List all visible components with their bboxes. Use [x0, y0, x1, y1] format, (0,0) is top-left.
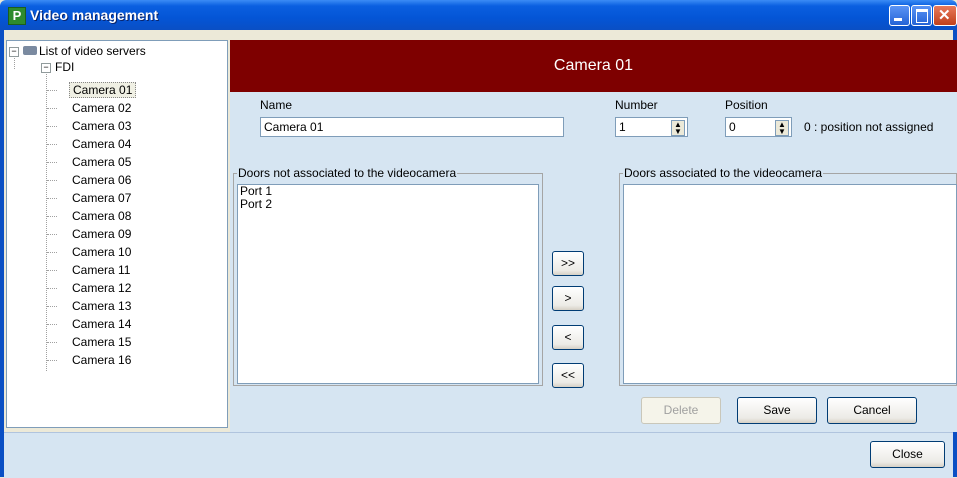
tree-line	[47, 234, 57, 235]
close-button[interactable]: Close	[870, 441, 945, 468]
position-input[interactable]: 0 ▲ ▼	[725, 117, 792, 137]
tree-camera-item[interactable]: Camera 05	[69, 154, 134, 170]
tree-line	[47, 288, 57, 289]
tree-camera-item[interactable]: Camera 07	[69, 190, 134, 206]
tree-line	[47, 162, 57, 163]
tree-line	[47, 180, 57, 181]
name-label: Name	[260, 98, 293, 112]
number-label: Number	[615, 98, 658, 112]
minimize-button[interactable]	[889, 5, 910, 26]
not-associated-title: Doors not associated to the videocamera	[237, 166, 458, 180]
number-spinner-icon[interactable]: ▲ ▼	[671, 120, 685, 136]
maximize-icon	[916, 9, 928, 23]
associated-title: Doors associated to the videocamera	[623, 166, 824, 180]
title-bar: P Video management ✕	[0, 0, 957, 30]
tree-camera-item[interactable]: Camera 09	[69, 226, 134, 242]
window-title: Video management	[30, 7, 159, 23]
add-button[interactable]: >	[552, 286, 584, 311]
tree-camera-item[interactable]: Camera 11	[69, 262, 133, 278]
list-item[interactable]: Port 2	[238, 198, 538, 211]
video-server-tree[interactable]: − List of video servers − FDI Camera 01 C…	[6, 40, 228, 428]
remove-button[interactable]: <	[552, 325, 584, 350]
tree-line	[47, 252, 57, 253]
tree-camera-item[interactable]: Camera 04	[69, 136, 134, 152]
position-label: Position	[725, 98, 768, 112]
position-value: 0	[729, 120, 736, 134]
close-icon: ✕	[938, 7, 951, 24]
tree-camera-item[interactable]: Camera 08	[69, 208, 134, 224]
tree-line	[47, 270, 57, 271]
collapse-toggle[interactable]: −	[9, 47, 19, 57]
tree-camera-item[interactable]: Camera 12	[69, 280, 134, 296]
tree-line	[47, 324, 57, 325]
position-spinner-icon[interactable]: ▲ ▼	[775, 120, 789, 136]
tree-server-label: FDI	[55, 60, 75, 74]
cancel-button[interactable]: Cancel	[827, 397, 917, 424]
collapse-toggle[interactable]: −	[41, 63, 51, 73]
delete-button[interactable]: Delete	[641, 397, 721, 424]
tree-camera-item[interactable]: Camera 15	[69, 334, 134, 350]
not-associated-group: Doors not associated to the videocamera …	[233, 166, 543, 386]
save-button[interactable]: Save	[737, 397, 817, 424]
tree-camera-item[interactable]: Camera 10	[69, 244, 134, 260]
tree-line	[47, 198, 57, 199]
camera-header: Camera 01	[230, 40, 957, 92]
tree-camera-item[interactable]: Camera 13	[69, 298, 134, 314]
tree-camera-item[interactable]: Camera 16	[69, 352, 134, 368]
list-item[interactable]: Port 1	[238, 185, 538, 198]
position-note: 0 : position not assigned	[804, 120, 934, 134]
tree-line	[47, 126, 57, 127]
add-all-button[interactable]: >>	[552, 251, 584, 276]
tree-line	[47, 216, 57, 217]
tree-camera-item[interactable]: Camera 02	[69, 100, 134, 116]
tree-camera-item[interactable]: Camera 03	[69, 118, 134, 134]
app-icon: P	[8, 7, 26, 25]
not-associated-list[interactable]: Port 1 Port 2	[237, 184, 539, 384]
number-input[interactable]: 1 ▲ ▼	[615, 117, 688, 137]
footer-bar: Close	[4, 432, 953, 478]
tree-line	[46, 65, 47, 371]
window-frame-left	[0, 30, 4, 477]
close-window-button[interactable]: ✕	[933, 5, 957, 26]
camera-detail-panel: Camera 01 Name Camera 01 Number 1 ▲ ▼ Pos…	[230, 40, 957, 432]
remove-all-button[interactable]: <<	[552, 363, 584, 388]
tree-camera-item[interactable]: Camera 14	[69, 316, 134, 332]
tree-camera-item[interactable]: Camera 01	[69, 82, 137, 98]
tree-line	[47, 144, 57, 145]
associated-list[interactable]	[623, 184, 957, 384]
name-input[interactable]: Camera 01	[260, 117, 564, 137]
tree-root-label: List of video servers	[39, 44, 146, 58]
tree-line	[47, 108, 57, 109]
associated-group: Doors associated to the videocamera	[619, 166, 957, 386]
video-server-icon	[23, 46, 37, 55]
tree-camera-item[interactable]: Camera 06	[69, 172, 134, 188]
tree-line	[47, 306, 57, 307]
maximize-button[interactable]	[911, 5, 932, 26]
number-value: 1	[619, 120, 626, 134]
minimize-icon	[894, 18, 902, 21]
tree-line	[47, 360, 57, 361]
tree-line	[47, 90, 57, 91]
tree-line	[47, 342, 57, 343]
